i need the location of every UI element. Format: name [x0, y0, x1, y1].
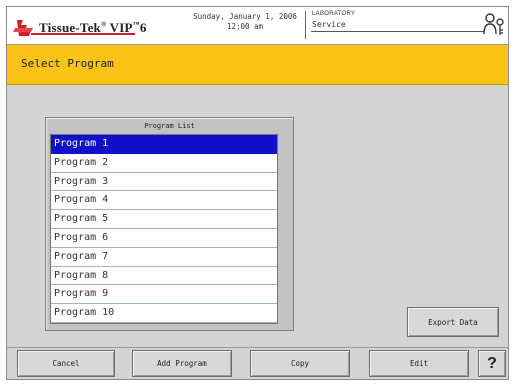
- list-item[interactable]: Program 2: [51, 154, 277, 173]
- list-item[interactable]: Program 6: [51, 229, 277, 248]
- help-button[interactable]: ?: [478, 350, 506, 377]
- title-bar: Select Program: [7, 45, 508, 85]
- user-key-icon[interactable]: [483, 12, 505, 38]
- page-title: Select Program: [21, 57, 114, 70]
- list-item[interactable]: Program 9: [51, 285, 277, 305]
- location-label: LABORATORY: [312, 11, 356, 17]
- date-text: Sunday, January 1, 2006: [193, 12, 297, 21]
- logo: Tissue-Tek® VIP™6: [13, 16, 147, 40]
- list-item[interactable]: Program 5: [51, 210, 277, 229]
- add-program-button[interactable]: Add Program: [132, 350, 232, 377]
- tissue-tek-logo-icon: [13, 20, 33, 36]
- program-list-header: Program List: [144, 122, 195, 130]
- header-separator: [305, 11, 306, 39]
- list-item[interactable]: Program 4: [51, 191, 277, 211]
- header: Tissue-Tek® VIP™6 Sunday, January 1, 200…: [7, 7, 508, 45]
- list-item[interactable]: Program 7: [51, 248, 277, 267]
- edit-button[interactable]: Edit: [369, 350, 469, 377]
- list-item[interactable]: Program 10: [51, 304, 277, 323]
- cancel-button[interactable]: Cancel: [17, 350, 115, 377]
- user-name: Service: [312, 20, 346, 29]
- list-item[interactable]: Program 8: [51, 267, 277, 286]
- export-data-button[interactable]: Export Data: [407, 307, 499, 337]
- datetime: Sunday, January 1, 2006 12:00 am: [192, 12, 298, 32]
- screen: Tissue-Tek® VIP™6 Sunday, January 1, 200…: [6, 6, 509, 380]
- program-list[interactable]: Program 1 Program 2 Program 3 Program 4 …: [50, 134, 278, 324]
- brand-underline: [31, 33, 135, 35]
- list-item[interactable]: Program 1: [51, 135, 277, 154]
- time-text: 12:00 am: [226, 22, 264, 31]
- copy-button[interactable]: Copy: [250, 350, 350, 377]
- list-item[interactable]: Program 3: [51, 173, 277, 192]
- user-underline: [311, 31, 484, 32]
- program-list-panel: Program List Program 1 Program 2 Program…: [45, 117, 294, 331]
